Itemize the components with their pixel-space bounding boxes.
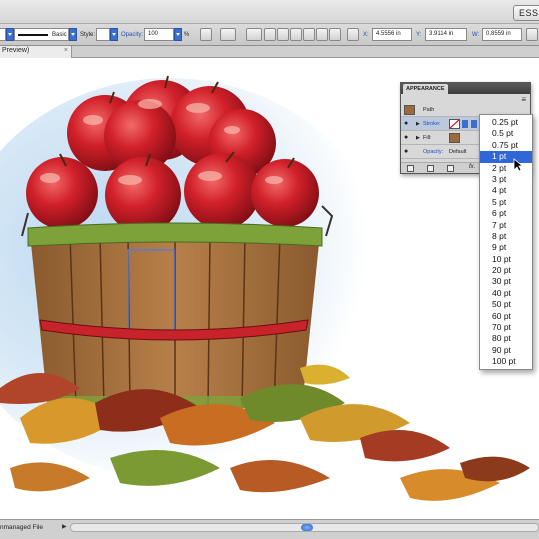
style-dropdown-arrow-icon[interactable]: [110, 28, 118, 41]
stroke-weight-option[interactable]: 70 pt: [480, 322, 532, 333]
stroke-label[interactable]: Stroke:: [423, 121, 440, 127]
path-label: Path: [423, 107, 435, 113]
constrain-proportions-icon[interactable]: [526, 28, 538, 41]
scrollbar-thumb[interactable]: [301, 524, 313, 531]
y-input[interactable]: 3.9114 in: [425, 28, 467, 41]
stroke-color-arrow-icon[interactable]: [462, 120, 468, 128]
clear-appearance-icon[interactable]: [427, 165, 434, 172]
stroke-weight-option[interactable]: 5 pt: [480, 197, 532, 208]
x-input[interactable]: 4.5556 in: [372, 28, 412, 41]
reduce-to-basic-icon[interactable]: [447, 165, 454, 172]
opacity-input[interactable]: 100: [144, 28, 174, 41]
eye-icon[interactable]: ●: [404, 120, 413, 128]
stroke-weight-option[interactable]: 50 pt: [480, 299, 532, 310]
disclosure-triangle-icon[interactable]: ▶: [416, 135, 420, 141]
stroke-weight-option[interactable]: 100 pt: [480, 356, 532, 367]
stroke-weight-option[interactable]: 90 pt: [480, 345, 532, 356]
document-tab-title: Preview): [2, 47, 30, 54]
stroke-weight-dropdown: 0.25 pt 0.5 pt 0.75 pt 1 pt 2 pt 3 pt 4 pt 5 pt…: [479, 114, 533, 370]
eye-icon[interactable]: ●: [404, 148, 413, 156]
illustrator-window: ESS Basic Style: Opacity: 100 % X: 4.555…: [0, 0, 539, 539]
opacity-label[interactable]: Opacity:: [121, 32, 143, 38]
stroke-weight-option[interactable]: 0.25 pt: [480, 117, 532, 128]
stroke-weight-stepper[interactable]: [471, 120, 477, 128]
style-label: Style:: [80, 32, 96, 38]
x-label: X:: [363, 32, 369, 38]
stroke-weight-option[interactable]: 2 pt: [480, 163, 532, 174]
stroke-weight-option[interactable]: 9 pt: [480, 242, 532, 253]
stroke-weight-option[interactable]: 1 pt: [480, 151, 532, 163]
stroke-weight-option[interactable]: 6 pt: [480, 208, 532, 219]
stroke-weight-option[interactable]: 10 pt: [480, 254, 532, 265]
variable-width-profile-dropdown[interactable]: Basic: [14, 28, 69, 41]
stroke-weight-option[interactable]: 20 pt: [480, 265, 532, 276]
add-effect-button[interactable]: fx.: [469, 164, 475, 170]
brush-dropdown-arrow-icon[interactable]: [69, 28, 77, 41]
align-left-icon[interactable]: [264, 28, 276, 41]
appearance-tab[interactable]: APPEARANCE: [403, 84, 448, 94]
stroke-weight-option[interactable]: 7 pt: [480, 220, 532, 231]
graphic-style-swatch[interactable]: [96, 28, 110, 41]
stroke-profile-line-icon: [18, 34, 48, 36]
bushel-basket: [27, 222, 323, 409]
stroke-weight-option[interactable]: 3 pt: [480, 174, 532, 185]
align-middle-icon[interactable]: [316, 28, 328, 41]
w-label: W:: [472, 32, 480, 38]
opacity-label[interactable]: Opacity:: [423, 149, 443, 155]
document-tab[interactable]: Preview) ×: [0, 46, 72, 58]
y-label: Y:: [416, 32, 422, 38]
stroke-weight-option[interactable]: 60 pt: [480, 311, 532, 322]
document-tab-bar: Preview) ×: [0, 46, 539, 58]
opacity-dropdown-arrow-icon[interactable]: [174, 28, 182, 41]
align-bottom-icon[interactable]: [329, 28, 341, 41]
fill-dropdown-arrow-icon[interactable]: [6, 28, 14, 41]
horizontal-scrollbar[interactable]: [70, 523, 539, 532]
select-similar-icon[interactable]: [220, 28, 236, 41]
stroke-weight-option[interactable]: 0.5 pt: [480, 128, 532, 139]
status-bar: nmanaged File ▶: [0, 519, 539, 539]
percent-sign: %: [184, 32, 190, 38]
stroke-weight-option[interactable]: 80 pt: [480, 333, 532, 344]
eye-icon[interactable]: ●: [404, 134, 413, 142]
align-right-icon[interactable]: [290, 28, 302, 41]
path-thumbnail-icon: [404, 105, 415, 115]
fill-label[interactable]: Fill:: [423, 135, 432, 141]
close-tab-icon[interactable]: ×: [64, 47, 68, 54]
stroke-weight-option[interactable]: 8 pt: [480, 231, 532, 242]
stroke-weight-option[interactable]: 4 pt: [480, 185, 532, 196]
fill-swatch-icon[interactable]: [449, 133, 460, 143]
new-art-icon[interactable]: [407, 165, 414, 172]
stroke-weight-option[interactable]: 30 pt: [480, 276, 532, 287]
align-top-icon[interactable]: [303, 28, 315, 41]
panel-title-bar[interactable]: APPEARANCE: [401, 83, 530, 94]
w-input[interactable]: 0.8559 in: [482, 28, 522, 41]
application-bar: ESS: [0, 0, 539, 24]
stroke-weight-option[interactable]: 0.75 pt: [480, 140, 532, 151]
no-stroke-icon[interactable]: [449, 119, 460, 129]
status-menu-arrow-icon[interactable]: ▶: [62, 523, 67, 530]
reference-point-icon[interactable]: [347, 28, 359, 41]
workspace-switcher[interactable]: ESS: [513, 5, 539, 21]
status-text: nmanaged File: [0, 524, 43, 531]
stroke-weight-option[interactable]: 40 pt: [480, 288, 532, 299]
control-bar: Basic Style: Opacity: 100 % X: 4.5556 in…: [0, 24, 539, 46]
arrow-pointer-icon: [513, 158, 523, 172]
align-center-icon[interactable]: [277, 28, 289, 41]
brush-label: Basic: [52, 32, 67, 38]
opacity-value: Default: [449, 149, 467, 155]
recolor-artwork-icon[interactable]: [200, 28, 212, 41]
align-to-icon[interactable]: [246, 28, 262, 41]
disclosure-triangle-icon[interactable]: ▶: [416, 121, 420, 127]
